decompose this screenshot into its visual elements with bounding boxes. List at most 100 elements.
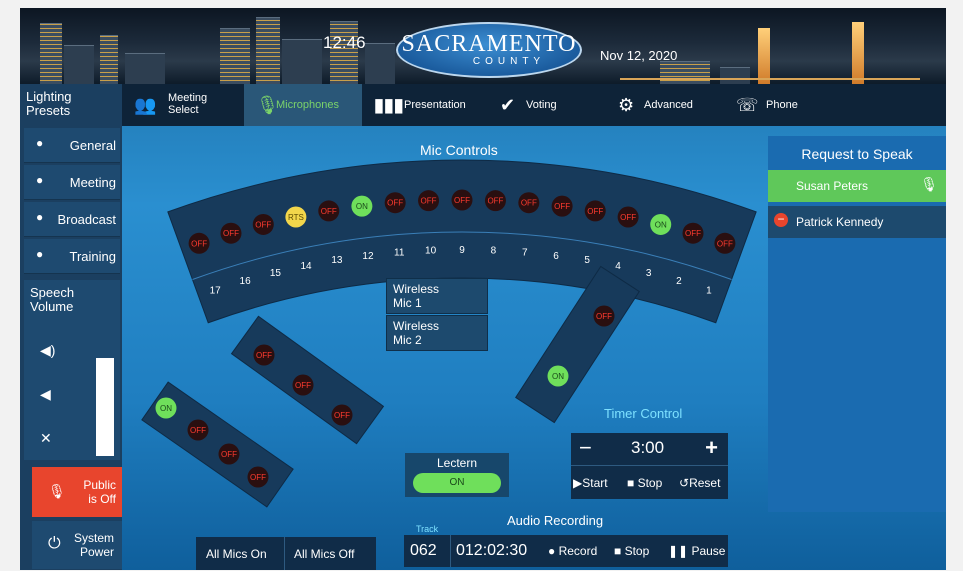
left-inner-mic[interactable]: OFF [253, 344, 275, 366]
stop-icon: ■ [627, 476, 638, 490]
left-outer-mic[interactable]: OFF [218, 443, 240, 465]
timer-stop-label: Stop [637, 476, 663, 490]
seat-number-label: 7 [522, 248, 528, 259]
left-outer-mic[interactable]: ON [155, 397, 177, 419]
right-branch-mic[interactable]: OFF [593, 305, 615, 327]
arc-mic-5[interactable]: OFF [584, 200, 606, 222]
timer-start-label: Start [582, 476, 608, 490]
wireless-mic-label: Wireless Mic 2 [393, 319, 440, 347]
microphone-icon: 🎙 [920, 176, 938, 192]
arc-mic-10[interactable]: OFF [418, 190, 440, 212]
arc-mic-15[interactable]: OFF [252, 213, 274, 235]
pause-icon: ❚❚ [668, 544, 692, 558]
wireless-mic-1-row: Wireless Mic 1 [386, 278, 488, 314]
touch-panel-screen: 12:46 SACRAMENTO COUNTY Nov 12, 2020 Lig… [20, 8, 946, 570]
seat-number-label: 5 [584, 255, 590, 266]
arc-mic-13[interactable]: OFF [318, 200, 340, 222]
seat-number-label: 10 [425, 246, 437, 257]
seat-number-label: 14 [300, 261, 312, 272]
arc-mic-3[interactable]: ON [650, 213, 672, 235]
timer-value: 3:00 [631, 438, 665, 457]
arc-mic-2-state: OFF [685, 229, 701, 238]
arc-mic-8[interactable]: OFF [484, 190, 506, 212]
all-mics-on-button[interactable]: All Mics On [206, 547, 267, 561]
seat-number-label: 1 [706, 286, 712, 297]
arc-mic-13-state: OFF [321, 207, 337, 216]
arc-mic-17[interactable]: OFF [188, 232, 210, 254]
arc-mic-5-state: OFF [587, 207, 603, 216]
arc-mic-7[interactable]: OFF [518, 192, 540, 214]
timer-reset-button[interactable]: ↺Reset [679, 476, 720, 490]
all-mics-off-button[interactable]: All Mics Off [294, 547, 354, 561]
left-inner-mic-state: OFF [295, 381, 311, 390]
reset-icon: ↺ [679, 476, 690, 490]
pause-label: Pause [691, 544, 726, 558]
right-dais [515, 265, 640, 424]
lectern-mic-button[interactable]: ON [413, 473, 501, 493]
divider [284, 537, 285, 570]
divider [571, 465, 728, 466]
timer-minus-button[interactable]: − [579, 435, 592, 461]
track-number: 062 [410, 542, 437, 559]
request-to-speak-title: Request to Speak [801, 146, 913, 162]
right-branch-mic[interactable]: ON [547, 365, 569, 387]
all-mics-controls: All Mics On All Mics Off [196, 537, 376, 570]
left-inner-mic-state: OFF [256, 351, 272, 360]
arc-mic-11[interactable]: OFF [384, 192, 406, 214]
timer-start-button[interactable]: ▶Start [573, 476, 608, 490]
audio-recording-title: Audio Recording [507, 513, 604, 528]
record-label: Record [558, 544, 598, 558]
arc-mic-1[interactable]: OFF [714, 232, 736, 254]
left-outer-mic-state: OFF [190, 426, 206, 435]
seat-number-label: 9 [459, 245, 465, 256]
timer-plus-button[interactable]: + [705, 435, 718, 461]
pause-button[interactable]: ❚❚ Pause [668, 544, 725, 558]
record-stop-label: Stop [624, 544, 650, 558]
arc-mic-9[interactable]: OFF [451, 189, 473, 211]
wireless-mic-label: Wireless Mic 1 [393, 282, 440, 310]
arc-mic-14[interactable]: RTS [285, 206, 307, 228]
seat-number-label: 8 [491, 246, 497, 257]
record-button[interactable]: ● Record [548, 544, 597, 558]
record-stop-button[interactable]: ■ Stop [614, 544, 649, 558]
rts-item[interactable]: − Patrick Kennedy [768, 206, 946, 238]
arc-mic-3-state: ON [655, 220, 667, 229]
rts-name: Susan Peters [796, 179, 869, 193]
left-inner-mic[interactable]: OFF [292, 374, 314, 396]
seat-number-label: 12 [362, 251, 374, 262]
arc-mic-17-state: OFF [191, 239, 207, 248]
right-branch-mic-state: ON [552, 372, 564, 381]
arc-mic-16[interactable]: OFF [220, 222, 242, 244]
stop-icon: ■ [614, 544, 625, 558]
divider [450, 535, 451, 567]
rts-item[interactable]: Susan Peters 🎙 [768, 170, 946, 202]
arc-mic-9-state: OFF [454, 196, 470, 205]
arc-mic-6[interactable]: OFF [551, 195, 573, 217]
arc-mic-7-state: OFF [521, 199, 537, 208]
record-icon: ● [548, 544, 559, 558]
arc-mic-2[interactable]: OFF [682, 222, 704, 244]
arc-mic-12-state: ON [356, 202, 368, 211]
arc-mic-8-state: OFF [487, 197, 503, 206]
arc-mic-4[interactable]: OFF [617, 206, 639, 228]
audio-recording-bar: 062 012:02:30 ● Record ■ Stop ❚❚ Pause [404, 535, 728, 567]
arc-mic-16-state: OFF [223, 229, 239, 238]
arc-mic-14-state: RTS [288, 213, 304, 222]
seat-number-label: 17 [210, 286, 222, 297]
timer-reset-label: Reset [689, 476, 721, 490]
left-outer-mic-state: OFF [221, 450, 237, 459]
left-inner-mic-state: OFF [334, 411, 350, 420]
lectern-panel: Lectern ON [405, 453, 509, 497]
request-to-speak-panel: Request to Speak Susan Peters 🎙 − Patric… [768, 136, 946, 512]
timer-control-title: Timer Control [604, 406, 683, 421]
seat-number-label: 15 [270, 268, 282, 279]
left-outer-mic[interactable]: OFF [247, 466, 269, 488]
seat-number-label: 16 [240, 276, 252, 287]
right-branch-mic-state: OFF [596, 312, 612, 321]
remove-icon[interactable]: − [774, 213, 788, 227]
seat-number-label: 13 [331, 255, 343, 266]
left-inner-mic[interactable]: OFF [331, 404, 353, 426]
arc-mic-12[interactable]: ON [351, 195, 373, 217]
left-outer-mic[interactable]: OFF [187, 419, 209, 441]
timer-stop-button[interactable]: ■ Stop [627, 476, 662, 490]
